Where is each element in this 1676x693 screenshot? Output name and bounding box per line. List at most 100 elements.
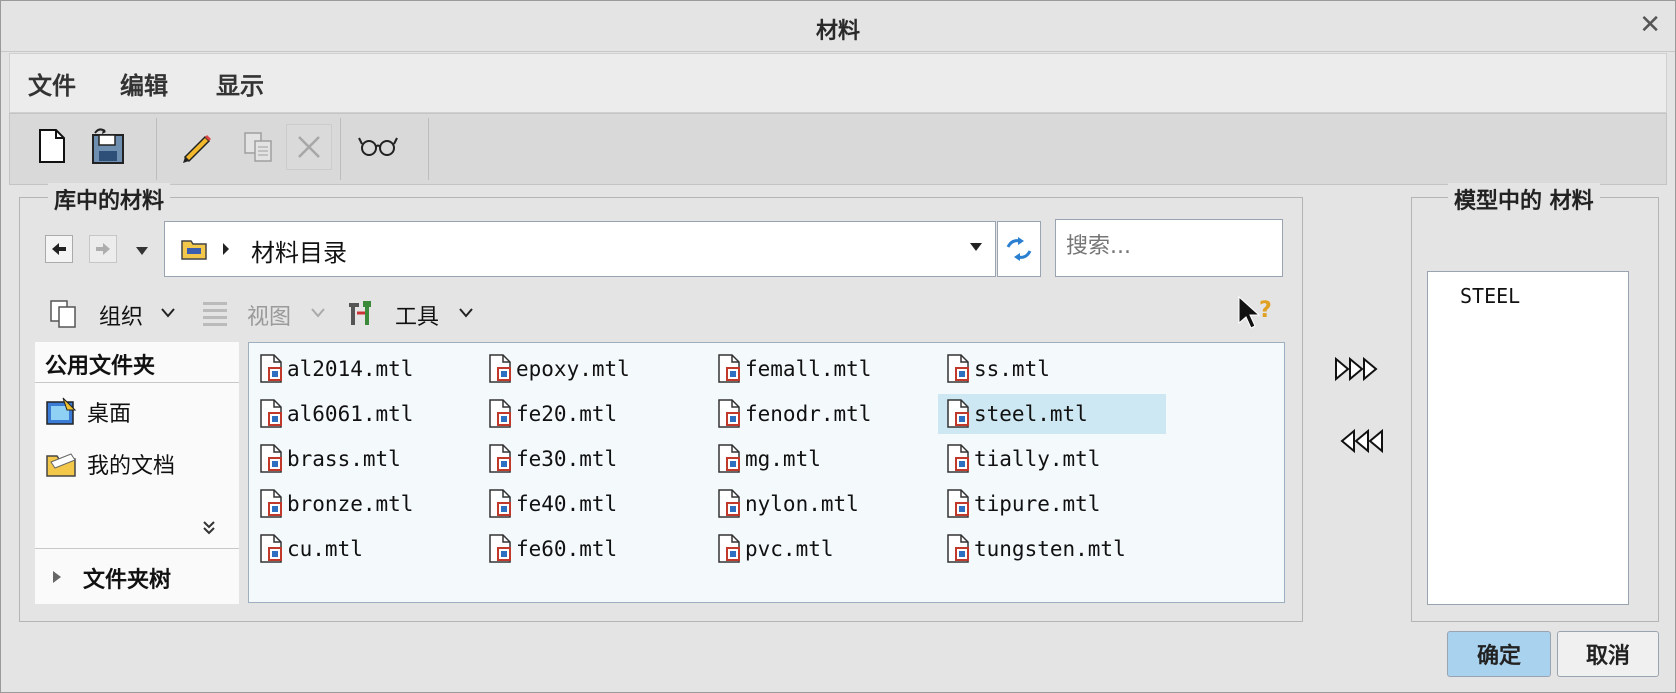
file-item[interactable]: bronze.mtl <box>251 484 479 524</box>
material-file-icon <box>260 534 282 563</box>
file-name: steel.mtl <box>974 402 1088 426</box>
file-item[interactable]: tipure.mtl <box>938 484 1166 524</box>
material-file-icon <box>947 444 969 473</box>
material-file-icon <box>260 399 282 428</box>
materials-dialog: 材料 ✕ 文件 编辑 显示 库中的材料 材料目录 搜索... 组织 视图 工具 … <box>0 0 1676 693</box>
file-item[interactable]: tungsten.mtl <box>938 529 1166 569</box>
menu-display[interactable]: 显示 <box>216 66 264 101</box>
history-dropdown-icon[interactable] <box>135 241 149 260</box>
view-chevron-icon[interactable] <box>311 307 325 319</box>
expand-triangle-icon <box>53 571 61 583</box>
save-icon[interactable] <box>86 124 130 168</box>
path-bar[interactable]: 材料目录 <box>164 221 996 277</box>
file-item[interactable]: fe30.mtl <box>480 439 708 479</box>
model-legend: 模型中的 材料 <box>1448 183 1600 215</box>
material-file-icon <box>718 534 740 563</box>
folder-my-documents[interactable]: 我的文档 <box>43 446 233 482</box>
file-item[interactable]: fe20.mtl <box>480 394 708 434</box>
close-icon[interactable]: ✕ <box>1639 11 1661 39</box>
file-name: fe60.mtl <box>516 537 618 561</box>
material-file-icon <box>718 489 740 518</box>
material-file-icon <box>947 399 969 428</box>
ok-button[interactable]: 确定 <box>1447 631 1551 677</box>
file-item[interactable]: pvc.mtl <box>709 529 937 569</box>
organize-icon <box>50 300 76 328</box>
material-file-icon <box>489 354 511 383</box>
delete-icon[interactable] <box>286 124 332 170</box>
path-dropdown-icon[interactable] <box>969 242 983 252</box>
file-name: al2014.mtl <box>287 357 414 381</box>
new-icon[interactable] <box>30 124 74 168</box>
add-to-model-icon[interactable] <box>1329 349 1389 389</box>
material-file-icon <box>947 354 969 383</box>
search-input[interactable] <box>1056 220 1268 272</box>
menu-bar: 文件 编辑 显示 <box>9 53 1667 113</box>
folder-icon <box>181 240 207 260</box>
file-item[interactable]: al6061.mtl <box>251 394 479 434</box>
file-item[interactable]: steel.mtl <box>938 394 1166 434</box>
file-item[interactable]: epoxy.mtl <box>480 349 708 389</box>
copy-icon[interactable] <box>236 124 280 168</box>
model-materials-list[interactable]: STEEL <box>1427 271 1629 605</box>
folder-desktop[interactable]: 桌面 <box>43 394 233 430</box>
title-bar: 材料 ✕ <box>1 1 1675 52</box>
material-file-icon <box>718 399 740 428</box>
remove-from-model-icon[interactable] <box>1329 421 1389 461</box>
file-name: tially.mtl <box>974 447 1101 471</box>
file-name: epoxy.mtl <box>516 357 630 381</box>
file-item[interactable]: tially.mtl <box>938 439 1166 479</box>
file-name: brass.mtl <box>287 447 401 471</box>
file-item[interactable]: femall.mtl <box>709 349 937 389</box>
file-item[interactable]: mg.mtl <box>709 439 937 479</box>
context-help-icon[interactable]: ? <box>1235 295 1275 331</box>
cancel-button[interactable]: 取消 <box>1557 631 1659 677</box>
file-name: al6061.mtl <box>287 402 414 426</box>
file-item[interactable]: cu.mtl <box>251 529 479 569</box>
file-name: fe40.mtl <box>516 492 618 516</box>
refresh-icon[interactable] <box>997 221 1041 277</box>
file-item[interactable]: ss.mtl <box>938 349 1166 389</box>
pencil-edit-icon[interactable] <box>174 124 218 168</box>
search-box[interactable] <box>1055 219 1283 277</box>
material-file-icon <box>260 489 282 518</box>
common-folders-header: 公用文件夹 <box>45 354 156 379</box>
view-icon <box>203 302 227 326</box>
documents-folder-icon <box>46 453 76 477</box>
back-arrow-icon[interactable] <box>45 235 73 263</box>
file-item[interactable]: al2014.mtl <box>251 349 479 389</box>
file-item[interactable]: fenodr.mtl <box>709 394 937 434</box>
view-menu[interactable]: 视图 <box>247 299 291 331</box>
tools-menu[interactable]: 工具 <box>395 299 439 331</box>
material-file-icon <box>947 534 969 563</box>
file-name: tipure.mtl <box>974 492 1101 516</box>
file-item[interactable]: fe60.mtl <box>480 529 708 569</box>
organize-menu[interactable]: 组织 <box>99 299 143 331</box>
library-legend: 库中的材料 <box>48 183 171 215</box>
material-file-icon <box>718 444 740 473</box>
file-list: al2014.mtl epoxy.mtl femall.mtl ss.mtl al606… <box>248 342 1285 603</box>
material-file-icon <box>489 534 511 563</box>
material-file-icon <box>489 489 511 518</box>
model-material-item[interactable]: STEEL <box>1460 284 1520 308</box>
organize-chevron-icon[interactable] <box>161 307 175 319</box>
material-file-icon <box>260 444 282 473</box>
material-file-icon <box>489 399 511 428</box>
file-name: mg.mtl <box>745 447 821 471</box>
file-item[interactable]: nylon.mtl <box>709 484 937 524</box>
file-name: cu.mtl <box>287 537 363 561</box>
file-name: bronze.mtl <box>287 492 414 516</box>
file-item[interactable]: brass.mtl <box>251 439 479 479</box>
material-file-icon <box>718 354 740 383</box>
glasses-view-icon[interactable] <box>356 124 400 168</box>
material-file-icon <box>489 444 511 473</box>
tools-chevron-icon[interactable] <box>459 307 473 319</box>
menu-edit[interactable]: 编辑 <box>120 66 168 101</box>
expand-more-icon[interactable] <box>201 520 217 536</box>
file-item[interactable]: fe40.mtl <box>480 484 708 524</box>
forward-arrow-icon[interactable] <box>89 235 117 263</box>
svg-text:?: ? <box>1259 298 1272 323</box>
desktop-icon <box>46 397 77 425</box>
menu-file[interactable]: 文件 <box>28 66 76 101</box>
folder-tree-toggle[interactable]: 文件夹树 <box>43 560 233 596</box>
file-name: femall.mtl <box>745 357 872 381</box>
